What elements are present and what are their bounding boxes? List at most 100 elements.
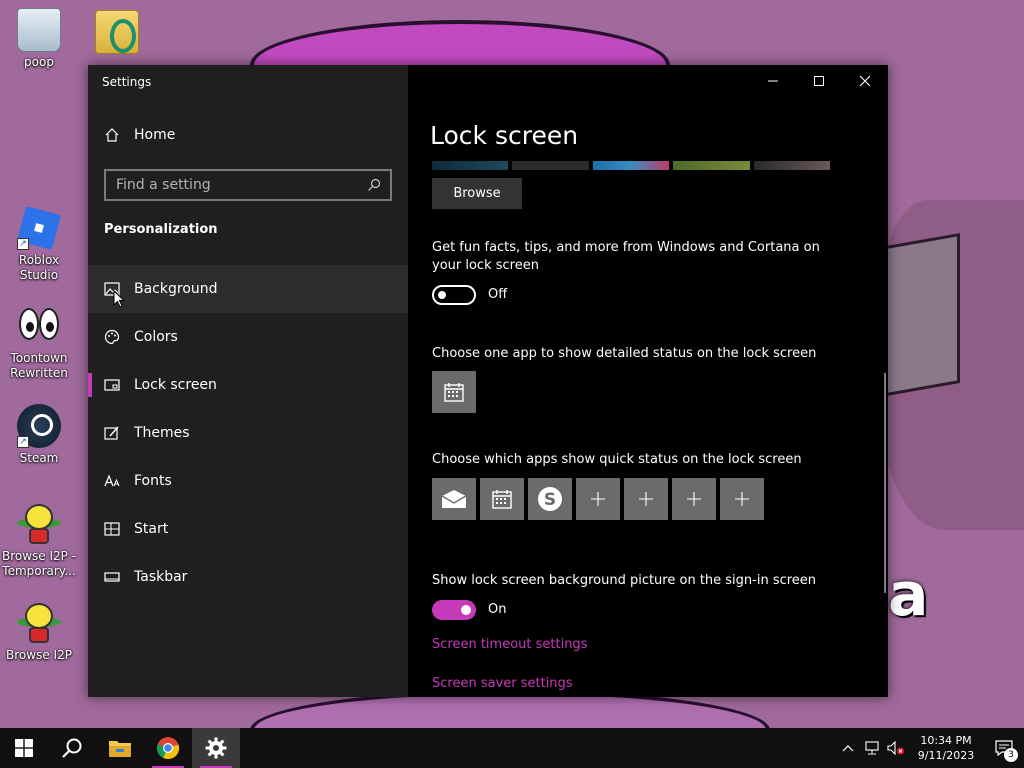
add-icon	[687, 492, 701, 506]
recent-picture-thumb[interactable]	[432, 161, 509, 170]
roblox-studio-icon: ↗	[16, 205, 62, 251]
taskbar-clock[interactable]: 10:34 PM 9/11/2023	[908, 733, 984, 763]
settings-content: Lock screen Browse Get fun facts, tips, …	[408, 65, 888, 697]
quick-status-add-button[interactable]	[624, 478, 668, 520]
screen-saver-link[interactable]: Screen saver settings	[432, 676, 573, 691]
desktop-icon-browse-i2p-temp[interactable]: Browse I2P - Temporary...	[0, 502, 78, 579]
signin-background-state: On	[488, 602, 507, 617]
volume-muted-icon	[887, 741, 904, 755]
section-title: Personalization	[104, 222, 218, 237]
detailed-status-app-button[interactable]	[432, 371, 476, 413]
recent-picture-thumb[interactable]	[673, 161, 750, 170]
desktop-icon-label: Browse I2P	[6, 648, 72, 662]
calendar-icon	[492, 490, 512, 509]
folder-icon	[95, 10, 139, 54]
sidebar-item-colors[interactable]: Colors	[88, 313, 408, 361]
quick-status-add-button[interactable]	[720, 478, 764, 520]
minimize-button[interactable]	[750, 65, 796, 97]
recent-picture-thumb[interactable]	[512, 161, 589, 170]
close-icon	[859, 75, 871, 87]
add-icon	[591, 492, 605, 506]
network-icon	[865, 741, 879, 755]
sidebar-item-taskbar[interactable]: Taskbar	[88, 553, 408, 601]
clock-time: 10:34 PM	[920, 734, 972, 747]
windows-logo-icon	[15, 739, 33, 757]
recent-picture-thumb[interactable]	[753, 161, 831, 170]
quick-status-app-calendar[interactable]	[480, 478, 524, 520]
notification-count-badge: 3	[1004, 748, 1018, 762]
page-title: Lock screen	[430, 121, 579, 150]
fun-facts-toggle[interactable]	[432, 285, 476, 305]
close-button[interactable]	[842, 65, 888, 97]
sidebar-item-start[interactable]: Start	[88, 505, 408, 553]
desktop-icon-recycle-bin[interactable]: poop	[0, 8, 78, 70]
quick-status-app-mail[interactable]	[432, 478, 476, 520]
search-box[interactable]	[104, 169, 392, 201]
fun-facts-label: Get fun facts, tips, and more from Windo…	[432, 240, 820, 273]
recent-picture-thumb[interactable]	[592, 161, 670, 170]
taskbar: 10:34 PM 9/11/2023 3	[0, 728, 1024, 768]
content-scrollbar[interactable]	[884, 373, 886, 593]
desktop-icon-steam[interactable]: ↗ Steam	[0, 404, 78, 466]
sidebar-home[interactable]: Home	[104, 127, 175, 143]
sidebar-item-label: Fonts	[134, 473, 172, 489]
calendar-icon	[444, 383, 464, 402]
browse-button[interactable]: Browse	[432, 178, 522, 209]
quick-status-add-button[interactable]	[672, 478, 716, 520]
desktop-icon-folder[interactable]	[78, 10, 156, 57]
sidebar-item-themes[interactable]: Themes	[88, 409, 408, 457]
network-button[interactable]	[860, 728, 884, 768]
desktop-icon-label: Browse I2P - Temporary...	[1, 549, 77, 578]
taskbar-settings[interactable]	[192, 728, 240, 768]
steam-icon: ↗	[17, 404, 61, 448]
clock-date: 9/11/2023	[917, 749, 975, 762]
sidebar-item-background[interactable]: Background	[88, 265, 408, 313]
quick-status-add-button[interactable]	[576, 478, 620, 520]
signin-background-label: Show lock screen background picture on t…	[432, 573, 817, 588]
action-center-button[interactable]: 3	[984, 728, 1024, 768]
signin-background-toggle[interactable]	[432, 600, 476, 620]
settings-window: Settings Home Personalization Background	[88, 65, 888, 697]
file-explorer-icon	[109, 741, 131, 757]
taskbar-chrome[interactable]	[144, 728, 192, 768]
desktop-icon-toontown[interactable]: Toontown Rewritten	[0, 304, 78, 381]
screen-timeout-link[interactable]: Screen timeout settings	[432, 637, 587, 652]
sidebar-item-label: Taskbar	[134, 569, 188, 585]
desktop-icon-label: Roblox Studio	[18, 253, 60, 282]
system-tray: 10:34 PM 9/11/2023 3	[836, 728, 1024, 768]
skype-icon: S	[538, 487, 562, 511]
fonts-icon	[104, 473, 120, 489]
start-button[interactable]	[0, 728, 48, 768]
sidebar-item-label: Background	[134, 281, 218, 297]
sidebar-item-fonts[interactable]: Fonts	[88, 457, 408, 505]
sidebar-item-lock-screen[interactable]: Lock screen	[88, 361, 408, 409]
quick-status-app-skype[interactable]: S	[528, 478, 572, 520]
maximize-icon	[814, 76, 824, 86]
chrome-icon	[156, 737, 180, 760]
search-icon	[62, 738, 82, 758]
volume-button[interactable]	[884, 728, 908, 768]
desktop-icon-browse-i2p[interactable]: Browse I2P	[0, 601, 78, 663]
search-icon[interactable]	[366, 177, 382, 193]
sidebar-item-label: Start	[134, 521, 169, 537]
fun-facts-state: Off	[488, 287, 508, 302]
sidebar-nav: Background Colors Lock screen Themes Fon…	[88, 265, 408, 601]
i2p-icon	[17, 601, 61, 645]
minimize-icon	[768, 80, 778, 82]
desktop-icon-label: poop	[24, 55, 54, 69]
home-icon	[104, 127, 120, 143]
wallpaper-text: a	[888, 560, 929, 630]
wallpaper-shape	[880, 232, 960, 398]
taskbar-file-explorer[interactable]	[96, 728, 144, 768]
show-hidden-icons-button[interactable]	[836, 728, 860, 768]
i2p-icon	[17, 502, 61, 546]
desktop-icon-label: Steam	[19, 451, 59, 465]
maximize-button[interactable]	[796, 65, 842, 97]
desktop-icon-roblox-studio[interactable]: ↗ Roblox Studio	[0, 205, 78, 283]
svg-text:S: S	[544, 490, 556, 510]
lock-screen-icon	[104, 377, 120, 393]
search-input[interactable]	[116, 177, 366, 193]
add-icon	[735, 492, 749, 506]
taskbar-search-button[interactable]	[48, 728, 96, 768]
sidebar-item-label: Lock screen	[134, 377, 217, 393]
